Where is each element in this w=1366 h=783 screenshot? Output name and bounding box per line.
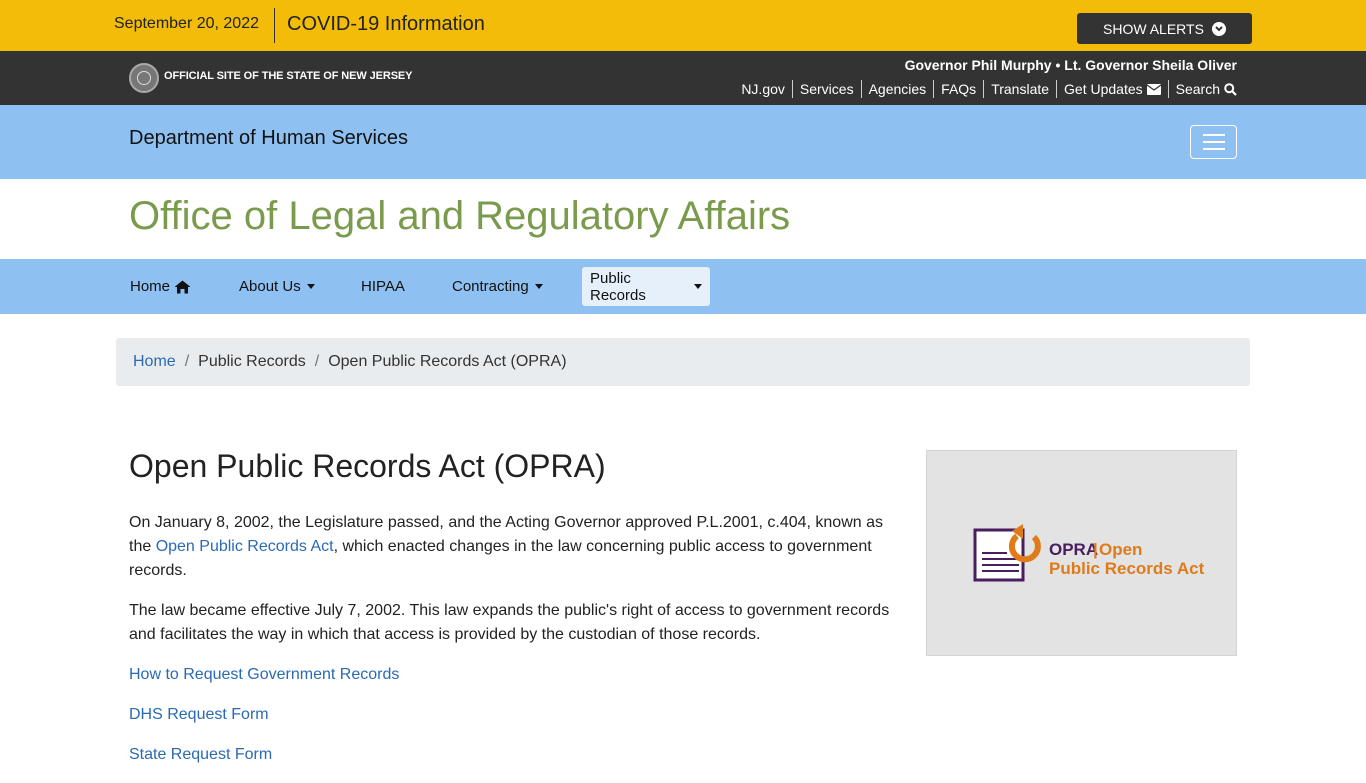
alert-date: September 20, 2022	[114, 15, 259, 32]
hamburger-icon	[1202, 134, 1225, 136]
search-icon	[1224, 82, 1237, 96]
nav-about-us[interactable]: About Us	[231, 267, 323, 306]
how-to-request-link[interactable]: How to Request Government Records	[129, 666, 399, 683]
opra-logo-image: OPRA | Open Public Records Act	[926, 450, 1237, 656]
caret-down-icon	[534, 284, 543, 289]
official-site-label: OFFICIAL SITE OF THE STATE OF NEW JERSEY	[164, 70, 413, 82]
main-content: On January 8, 2002, the Legislature pass…	[129, 511, 904, 783]
chevron-down-icon	[1211, 21, 1226, 36]
breadcrumb-current: Open Public Records Act (OPRA)	[328, 353, 567, 370]
breadcrumb-home[interactable]: Home	[133, 353, 176, 371]
nav-public-records[interactable]: Public Records	[582, 267, 710, 306]
caret-down-icon	[306, 284, 315, 289]
get-updates-link[interactable]: Get Updates	[1056, 80, 1168, 98]
office-title[interactable]: Office of Legal and Regulatory Affairs	[129, 194, 790, 239]
nj-seal-icon	[129, 63, 159, 93]
nj-gov-link[interactable]: NJ.gov	[734, 80, 792, 98]
opra-logo-tagline: Public Records Act	[1049, 559, 1205, 578]
department-bar: Department of Human Services	[0, 105, 1366, 179]
alert-bar: September 20, 2022 COVID-19 Information …	[0, 0, 1366, 51]
covid-info-link[interactable]: COVID-19 Information	[287, 13, 485, 36]
nav-home[interactable]: Home	[122, 267, 199, 306]
breadcrumb: Home / Public Records / Open Public Reco…	[116, 338, 1250, 386]
translate-link[interactable]: Translate	[983, 80, 1056, 98]
show-alerts-button[interactable]: SHOW ALERTS	[1077, 13, 1252, 44]
opra-logo: OPRA | Open Public Records Act	[973, 524, 1205, 582]
opra-law-link[interactable]: Open Public Records Act	[156, 538, 334, 555]
intro-paragraph: On January 8, 2002, the Legislature pass…	[129, 514, 883, 579]
opra-logo-open: Open	[1099, 540, 1142, 559]
services-link[interactable]: Services	[791, 80, 861, 98]
page-title: Open Public Records Act (OPRA)	[129, 448, 606, 484]
governor-line: Governor Phil Murphy • Lt. Governor Shei…	[904, 57, 1237, 73]
state-links: NJ.gov Services Agencies FAQs Translate …	[734, 80, 1237, 98]
divider	[274, 8, 275, 43]
nav-contracting[interactable]: Contracting	[444, 267, 551, 306]
opra-logo-acronym: OPRA	[1049, 540, 1098, 559]
breadcrumb-separator: /	[314, 353, 320, 370]
breadcrumb-separator: /	[184, 353, 190, 370]
main-nav: Home About Us HIPAA Contracting Public R…	[0, 259, 1366, 314]
menu-toggle-button[interactable]	[1190, 125, 1237, 159]
search-link[interactable]: Search	[1167, 80, 1237, 98]
show-alerts-label: SHOW ALERTS	[1103, 20, 1204, 37]
nav-hipaa[interactable]: HIPAA	[353, 267, 413, 306]
effective-paragraph: The law became effective July 7, 2002. T…	[129, 602, 890, 643]
breadcrumb-public-records: Public Records	[198, 353, 306, 370]
dhs-request-form-link[interactable]: DHS Request Form	[129, 706, 269, 723]
state-request-form-link[interactable]: State Request Form	[129, 746, 272, 763]
caret-down-icon	[694, 284, 702, 289]
agencies-link[interactable]: Agencies	[860, 80, 934, 98]
state-bar: OFFICIAL SITE OF THE STATE OF NEW JERSEY…	[0, 51, 1366, 105]
faqs-link[interactable]: FAQs	[933, 80, 983, 98]
department-name[interactable]: Department of Human Services	[129, 127, 408, 150]
envelope-icon	[1146, 83, 1161, 95]
opra-logo-separator: |	[1093, 540, 1098, 559]
home-icon	[174, 280, 191, 293]
